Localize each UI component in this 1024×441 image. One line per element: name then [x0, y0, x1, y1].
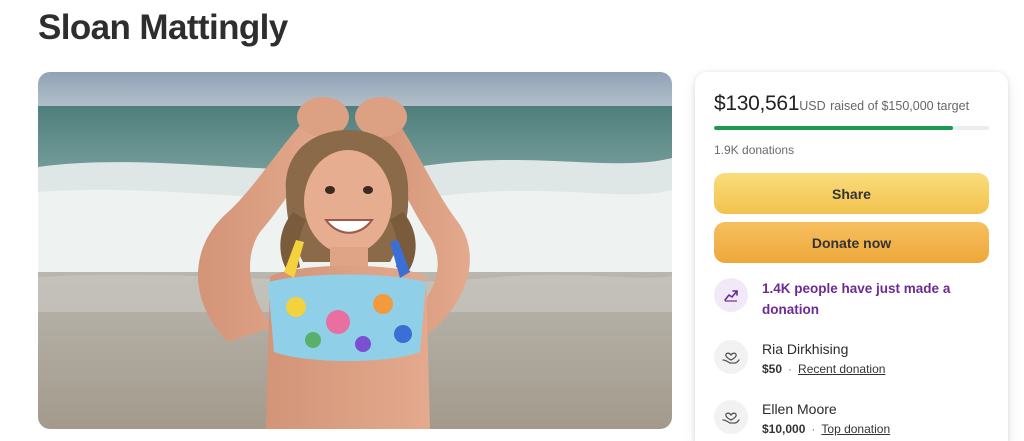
donation-count: 1.9K donations [714, 143, 795, 157]
hero-image [38, 72, 672, 429]
progress-bar [714, 126, 989, 130]
donation-amount: $50 [762, 362, 783, 376]
currency-code: USD [799, 99, 826, 113]
top-donation-link[interactable]: Top donation [821, 422, 890, 436]
raised-of-target: raised of $150,000 target [830, 99, 970, 113]
amount-raised-line: $130,561USD raised of $150,000 target [714, 92, 969, 116]
donation-item: Ellen Moore $10,000 · Top donation [714, 400, 890, 436]
page-title: Sloan Mattingly [38, 8, 288, 47]
trending-text: 1.4K people have just made a donation [762, 281, 951, 317]
trending-notice: 1.4K people have just made a donation [714, 278, 968, 320]
progress-fill [714, 126, 954, 130]
donation-panel: $130,561USD raised of $150,000 target 1.… [695, 72, 1008, 441]
recent-donation-link[interactable]: Recent donation [798, 362, 885, 376]
separator-dot: · [811, 422, 816, 436]
donate-now-button[interactable]: Donate now [714, 222, 989, 263]
heart-hands-icon [714, 400, 748, 434]
amount-raised: $130,561 [714, 92, 800, 115]
trending-up-icon [714, 278, 748, 312]
donation-amount: $10,000 [762, 422, 806, 436]
donor-name: Ria Dirkhising [762, 341, 849, 357]
donation-item: Ria Dirkhising $50 · Recent donation [714, 340, 885, 376]
share-button[interactable]: Share [714, 173, 989, 214]
separator-dot: · [788, 362, 793, 376]
donor-name: Ellen Moore [762, 401, 837, 417]
heart-hands-icon [714, 340, 748, 374]
